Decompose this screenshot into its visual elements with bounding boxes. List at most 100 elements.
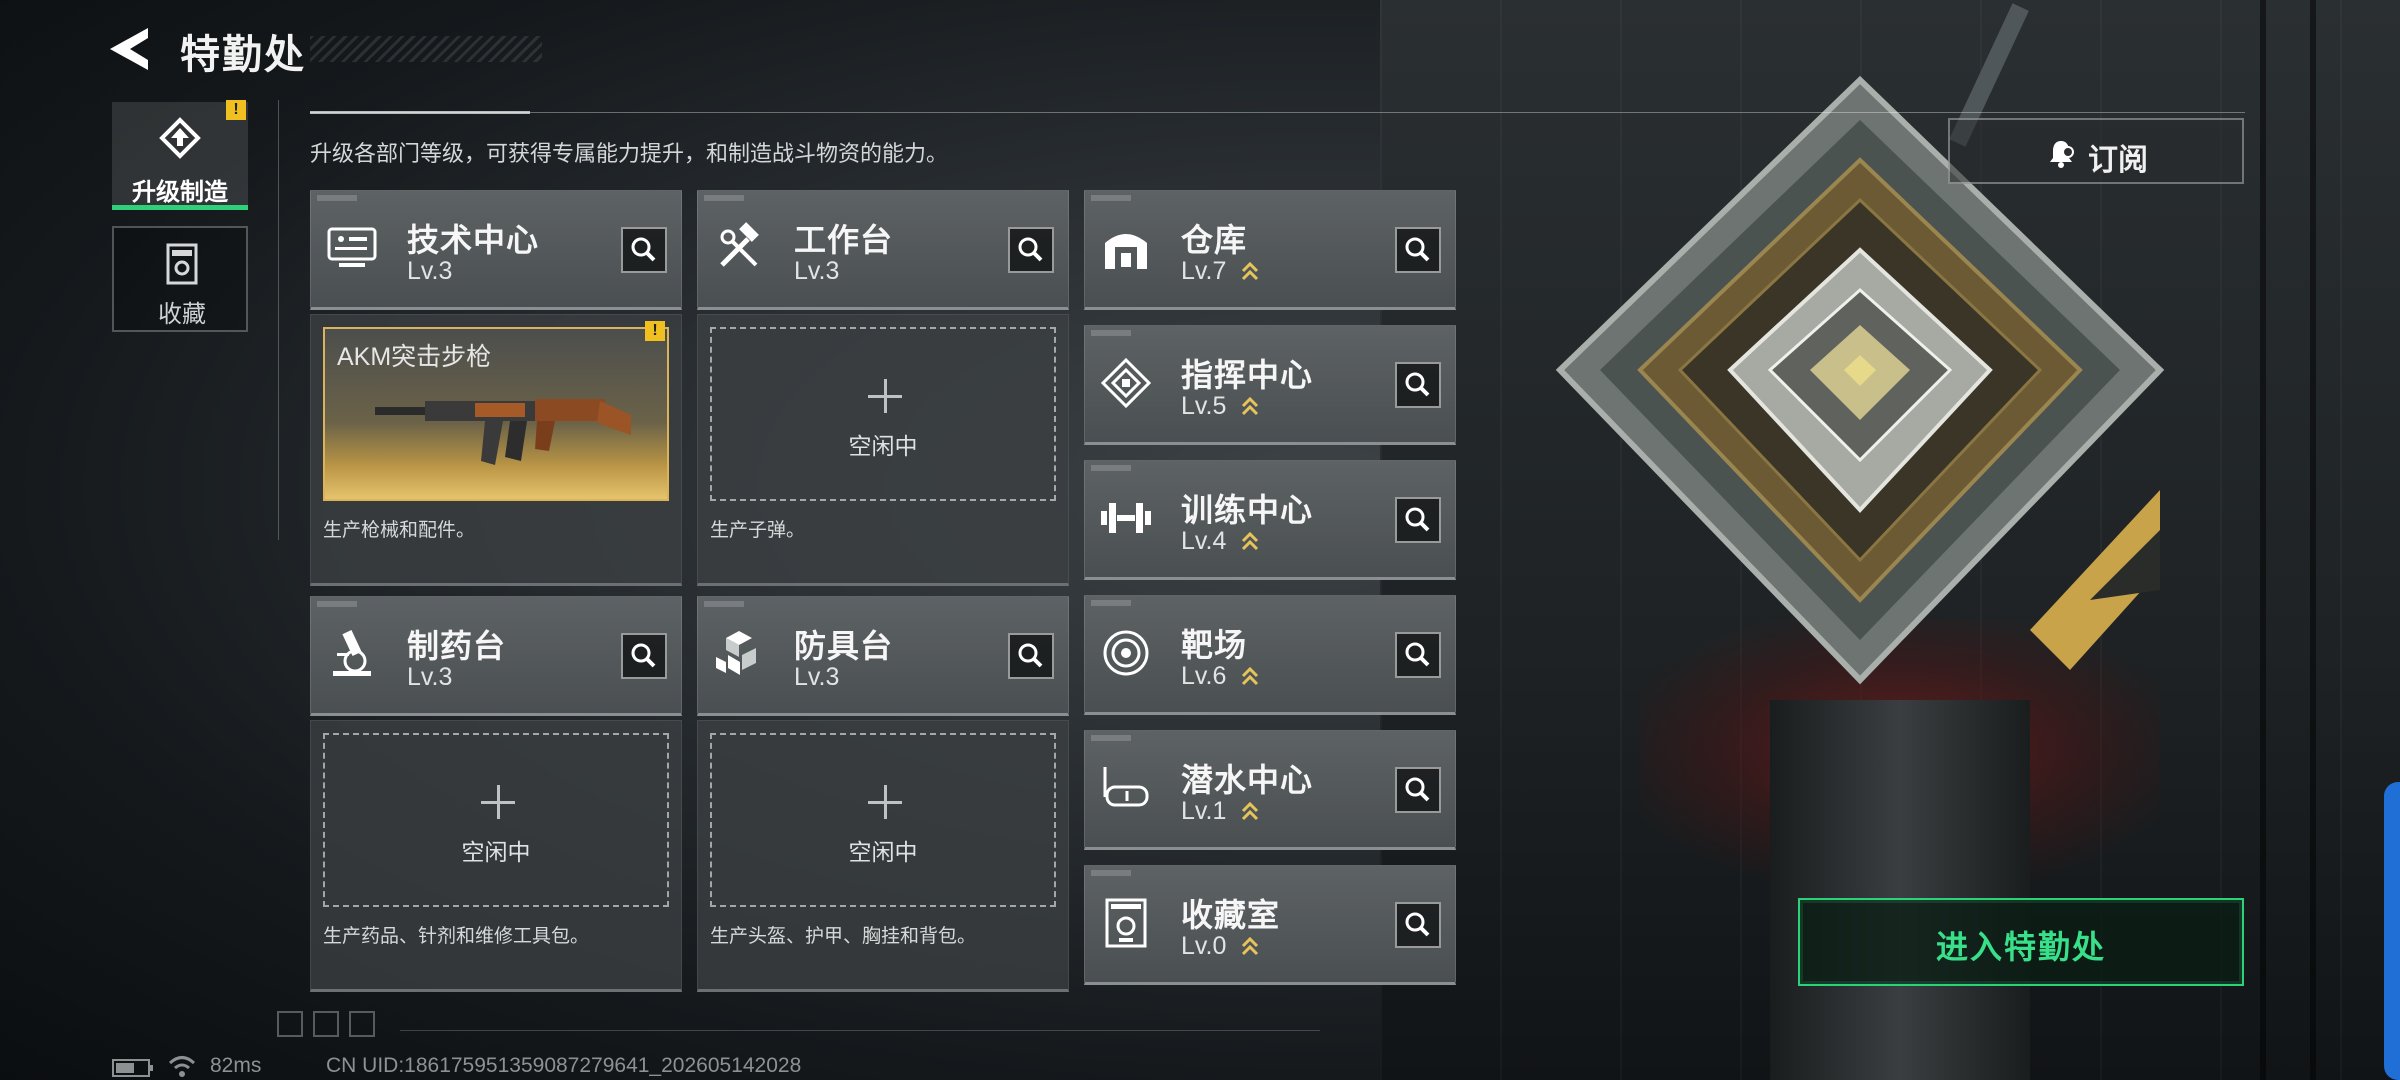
card-tag xyxy=(1091,195,1131,201)
facility-level: Lv.7 xyxy=(1181,257,1227,285)
upgrade-chevron-icon xyxy=(1241,261,1259,281)
facility-level: Lv.1 xyxy=(1181,797,1227,825)
facility-armor-bench[interactable]: 防具台 Lv.3 xyxy=(697,596,1069,716)
facility-level: Lv.6 xyxy=(1181,662,1227,690)
pharmacy-production-panel: 空闲中 生产药品、针剂和维修工具包。 xyxy=(310,720,682,992)
facility-shooting-range[interactable]: 靶场 Lv.6 xyxy=(1084,595,1456,715)
bell-icon xyxy=(2050,141,2074,168)
inspect-button[interactable] xyxy=(1395,362,1441,408)
alert-badge: ! xyxy=(226,100,246,120)
upgrade-chevron-icon xyxy=(1241,801,1259,821)
facility-name: 靶场 xyxy=(1181,627,1248,663)
back-arrow-icon[interactable] xyxy=(108,26,158,72)
card-tag xyxy=(704,195,744,201)
inspect-button[interactable] xyxy=(1395,632,1441,678)
diving-mask-icon xyxy=(1103,767,1149,807)
scene-rail xyxy=(2310,0,2316,1080)
decorative-squares xyxy=(277,1011,375,1037)
target-icon xyxy=(1103,630,1149,676)
inspect-button[interactable] xyxy=(621,633,667,679)
nav-divider xyxy=(278,100,279,540)
add-icon xyxy=(481,785,515,819)
facility-level: Lv.3 xyxy=(407,257,453,285)
warehouse-icon xyxy=(1105,234,1147,269)
card-tag xyxy=(317,601,357,607)
facility-collection-room[interactable]: 收藏室 Lv.0 xyxy=(1084,865,1456,985)
production-slot-empty[interactable]: 空闲中 xyxy=(710,733,1056,907)
facility-level: Lv.3 xyxy=(794,257,840,285)
page-description: 升级各部门等级，可获得专属能力提升，和制造战斗物资的能力。 xyxy=(310,141,949,166)
facility-name: 工作台 xyxy=(794,222,894,258)
card-tag xyxy=(1091,465,1131,471)
facility-command-center[interactable]: 指挥中心 Lv.5 xyxy=(1084,325,1456,445)
facility-level: Lv.3 xyxy=(794,663,840,691)
trophy-case-icon xyxy=(1105,898,1147,948)
facility-warehouse[interactable]: 仓库 Lv.7 xyxy=(1084,190,1456,310)
search-icon xyxy=(1405,237,1430,262)
scene-pillar xyxy=(1770,700,2030,1080)
search-icon xyxy=(1405,912,1430,937)
upgrade-icon xyxy=(159,117,201,159)
inspect-button[interactable] xyxy=(1008,633,1054,679)
facility-description: 生产头盔、护甲、胸挂和背包。 xyxy=(710,926,977,947)
chip-icon xyxy=(1100,357,1152,409)
facility-name: 收藏室 xyxy=(1181,897,1281,933)
inspect-button[interactable] xyxy=(1395,497,1441,543)
facility-diving-center[interactable]: 潜水中心 Lv.1 xyxy=(1084,730,1456,850)
facility-name: 防具台 xyxy=(794,628,894,664)
battery-icon xyxy=(112,1059,153,1077)
facility-name: 指挥中心 xyxy=(1181,357,1314,393)
facility-level: Lv.5 xyxy=(1181,392,1227,420)
akm-rifle-image xyxy=(375,399,631,465)
add-icon xyxy=(868,785,902,819)
inspect-button[interactable] xyxy=(1008,227,1054,273)
workbench-production-panel: 空闲中 生产子弹。 xyxy=(697,314,1069,586)
scene-rail xyxy=(2260,0,2266,1080)
side-drawer-handle[interactable] xyxy=(2384,782,2400,1080)
search-icon xyxy=(1018,643,1043,668)
inspect-button[interactable] xyxy=(1395,227,1441,273)
facility-name: 训练中心 xyxy=(1181,492,1314,528)
subscribe-label: 订阅 xyxy=(2088,144,2148,177)
card-tag xyxy=(1091,330,1131,336)
title-decoration xyxy=(310,36,542,62)
facility-name: 技术中心 xyxy=(407,222,540,258)
slot-status: 空闲中 xyxy=(848,839,918,865)
facility-workbench[interactable]: 工作台 Lv.3 xyxy=(697,190,1069,310)
inspect-button[interactable] xyxy=(621,227,667,273)
subscribe-button[interactable]: 订阅 xyxy=(1948,118,2244,184)
card-tag xyxy=(704,601,744,607)
facility-name: 制药台 xyxy=(407,628,507,664)
tab-collection[interactable]: 收藏 xyxy=(112,226,248,332)
upgrade-chevron-icon xyxy=(1241,666,1259,686)
facility-pharmacy[interactable]: 制药台 Lv.3 xyxy=(310,596,682,716)
upgrade-chevron-icon xyxy=(1241,936,1259,956)
card-tag xyxy=(1091,735,1131,741)
alert-badge: ! xyxy=(645,321,665,341)
facility-level: Lv.3 xyxy=(407,663,453,691)
upgrade-chevron-icon xyxy=(1241,396,1259,416)
ping-readout: 82ms xyxy=(210,1054,262,1077)
facility-name: 潜水中心 xyxy=(1181,762,1314,798)
inspect-button[interactable] xyxy=(1395,902,1441,948)
facility-level: Lv.4 xyxy=(1181,527,1227,555)
bottom-divider xyxy=(400,1030,1320,1031)
inspect-button[interactable] xyxy=(1395,767,1441,813)
facility-description: 生产药品、针剂和维修工具包。 xyxy=(323,926,590,947)
facility-tech-center[interactable]: 技术中心 Lv.3 xyxy=(310,190,682,310)
card-tag xyxy=(1091,600,1131,606)
tab-upgrade-craft[interactable]: 升级制造 ! xyxy=(112,100,248,210)
collection-icon xyxy=(166,243,198,285)
search-icon xyxy=(1405,507,1430,532)
search-icon xyxy=(631,237,656,262)
enter-special-ops-button[interactable]: 进入特勤处 xyxy=(1798,898,2244,986)
computer-icon xyxy=(327,227,377,267)
production-slot-empty[interactable]: 空闲中 xyxy=(323,733,669,907)
uid-readout: CN UID:18617595135908727964​1_2026051420… xyxy=(326,1054,802,1077)
production-slot-empty[interactable]: 空闲中 xyxy=(710,327,1056,501)
facility-training-center[interactable]: 训练中心 Lv.4 xyxy=(1084,460,1456,580)
card-tag xyxy=(317,195,357,201)
search-icon xyxy=(631,643,656,668)
production-slot-akm[interactable]: AKM突击步枪 ! xyxy=(323,321,669,501)
microscope-icon xyxy=(333,630,371,676)
